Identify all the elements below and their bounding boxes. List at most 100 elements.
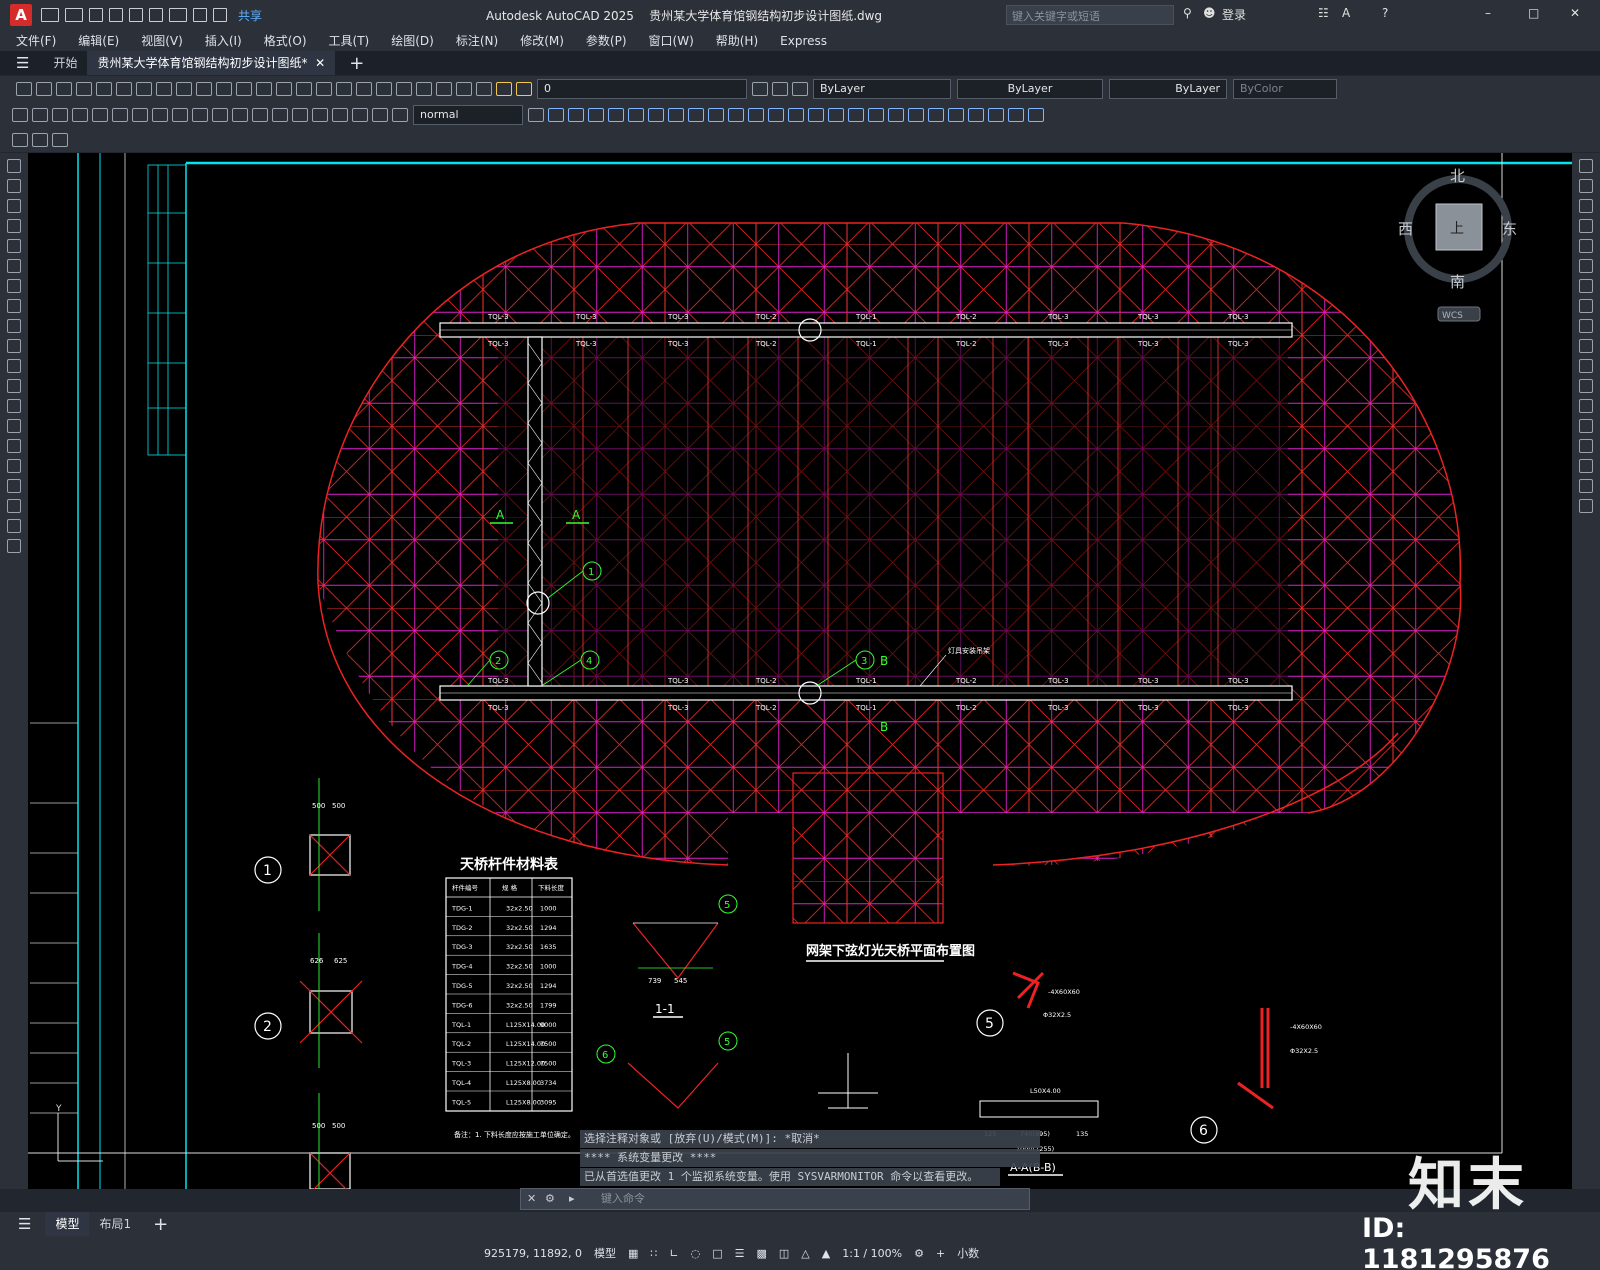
open-icon[interactable] xyxy=(65,8,83,22)
menu-edit[interactable]: 编辑(E) xyxy=(78,32,119,49)
construction-line-icon[interactable] xyxy=(7,179,21,193)
copy-icon[interactable] xyxy=(156,82,172,96)
command-input[interactable]: ✕ ⚙ ▸ 键入命令 xyxy=(520,1188,1030,1210)
tolerance-icon[interactable] xyxy=(272,108,288,122)
undo-tool-icon[interactable] xyxy=(216,82,232,96)
cylinder-icon[interactable] xyxy=(568,108,584,122)
polygon-icon[interactable] xyxy=(7,219,21,233)
chamfer-icon[interactable] xyxy=(1579,439,1593,453)
app-menu-icon[interactable]: ☰ xyxy=(16,54,29,72)
help-tool-icon[interactable] xyxy=(456,82,472,96)
pan-icon[interactable] xyxy=(256,82,272,96)
user-icon[interactable]: ☻ xyxy=(1203,6,1216,20)
rectangle-icon[interactable] xyxy=(7,239,21,253)
insert-block-side-icon[interactable] xyxy=(7,379,21,393)
minimize-icon[interactable]: – xyxy=(1485,6,1491,20)
grid-icon[interactable]: ▦ xyxy=(628,1247,638,1260)
scale-icon[interactable] xyxy=(1579,299,1593,313)
layer-properties-icon[interactable] xyxy=(476,82,492,96)
ellipse-icon[interactable] xyxy=(7,339,21,353)
quick-dim-icon[interactable] xyxy=(172,108,188,122)
calculator-icon[interactable] xyxy=(436,82,452,96)
offset-icon[interactable] xyxy=(1579,219,1593,233)
menu-express[interactable]: Express xyxy=(780,34,827,48)
web-open-icon[interactable] xyxy=(149,8,163,22)
insert-block-icon[interactable] xyxy=(32,133,48,147)
plus-icon[interactable]: + xyxy=(936,1247,945,1260)
center-mark-icon[interactable] xyxy=(292,108,308,122)
interfere-icon[interactable] xyxy=(1028,108,1044,122)
gradient-icon[interactable] xyxy=(7,459,21,473)
layer-previous-icon[interactable] xyxy=(772,82,788,96)
osnap-icon[interactable]: □ xyxy=(712,1247,722,1260)
menu-file[interactable]: 文件(F) xyxy=(16,32,56,49)
print-preview-icon[interactable] xyxy=(96,82,112,96)
viewcube-south[interactable]: 南 xyxy=(1450,273,1465,291)
mirror-icon[interactable] xyxy=(1579,199,1593,213)
menu-window[interactable]: 窗口(W) xyxy=(649,32,694,49)
undo-icon[interactable] xyxy=(193,8,207,22)
blend-curves-icon[interactable] xyxy=(1579,479,1593,493)
print-icon[interactable] xyxy=(76,82,92,96)
copy-object-icon[interactable] xyxy=(1579,179,1593,193)
point-icon[interactable] xyxy=(7,419,21,433)
torus-icon[interactable] xyxy=(668,108,684,122)
zoom-window-icon[interactable] xyxy=(296,82,312,96)
radius-dim-icon[interactable] xyxy=(92,108,108,122)
diameter-dim-icon[interactable] xyxy=(132,108,148,122)
dim-style-icon[interactable] xyxy=(528,108,544,122)
dim-text-edit-icon[interactable] xyxy=(372,108,388,122)
hatch-icon[interactable] xyxy=(7,439,21,453)
menu-modify[interactable]: 修改(M) xyxy=(520,32,564,49)
make-current-icon[interactable] xyxy=(752,82,768,96)
menu-insert[interactable]: 插入(I) xyxy=(205,32,242,49)
publish-icon[interactable] xyxy=(116,82,132,96)
login-button[interactable]: 登录 xyxy=(1222,6,1246,23)
jogged-dim-icon[interactable] xyxy=(112,108,128,122)
layout-menu-icon[interactable]: ☰ xyxy=(18,1215,31,1233)
match-properties-icon[interactable] xyxy=(196,82,212,96)
save-icon[interactable] xyxy=(89,8,103,22)
autocad-logo-icon[interactable]: A xyxy=(10,4,32,26)
cut-icon[interactable] xyxy=(136,82,152,96)
dim-space-icon[interactable] xyxy=(232,108,248,122)
menu-view[interactable]: 视图(V) xyxy=(141,32,183,49)
snap-icon[interactable]: ∷ xyxy=(650,1247,657,1260)
ordinate-dim-icon[interactable] xyxy=(72,108,88,122)
polar-icon[interactable]: ◌ xyxy=(691,1247,701,1260)
menu-help[interactable]: 帮助(H) xyxy=(716,32,758,49)
viewcube-top-face[interactable]: 上 xyxy=(1450,221,1464,237)
selection-cycling-icon[interactable]: ◫ xyxy=(779,1247,789,1260)
model-space-toggle[interactable]: 模型 xyxy=(594,1245,616,1261)
baseline-dim-icon[interactable] xyxy=(192,108,208,122)
tab-close-icon[interactable]: ✕ xyxy=(315,56,325,70)
properties-icon[interactable] xyxy=(336,82,352,96)
revision-cloud-icon[interactable] xyxy=(7,299,21,313)
redo-tool-icon[interactable] xyxy=(236,82,252,96)
3d-align-icon[interactable] xyxy=(888,108,904,122)
viewcube-north[interactable]: 北 xyxy=(1450,167,1465,185)
scale-readout[interactable]: 1:1 / 100% xyxy=(842,1247,902,1260)
command-customize-icon[interactable]: ⚙ xyxy=(545,1189,555,1209)
explode-icon[interactable] xyxy=(1579,499,1593,513)
viewcube[interactable]: 上 北 南 东 西 WCS xyxy=(1398,167,1517,322)
intersect-icon[interactable] xyxy=(808,108,824,122)
extend-icon[interactable] xyxy=(1579,359,1593,373)
presspull-icon[interactable] xyxy=(828,108,844,122)
tab-model[interactable]: 模型 xyxy=(45,1212,90,1236)
design-center-icon[interactable] xyxy=(356,82,372,96)
help-search-input[interactable]: 键入关键字或短语 xyxy=(1006,5,1174,25)
layer-state-icon[interactable] xyxy=(792,82,808,96)
maximize-icon[interactable]: □ xyxy=(1528,6,1539,20)
circle-icon[interactable] xyxy=(7,279,21,293)
viewcube-east[interactable]: 东 xyxy=(1502,220,1517,238)
menu-format[interactable]: 格式(O) xyxy=(264,32,307,49)
paste-icon[interactable] xyxy=(176,82,192,96)
pyramid-icon[interactable] xyxy=(628,108,644,122)
web-save-icon[interactable] xyxy=(129,8,143,22)
add-layout-icon[interactable]: + xyxy=(153,1214,168,1235)
rotate-icon[interactable] xyxy=(1579,279,1593,293)
slice-icon[interactable] xyxy=(968,108,984,122)
mtext-icon[interactable] xyxy=(7,519,21,533)
arc-length-icon[interactable] xyxy=(52,108,68,122)
